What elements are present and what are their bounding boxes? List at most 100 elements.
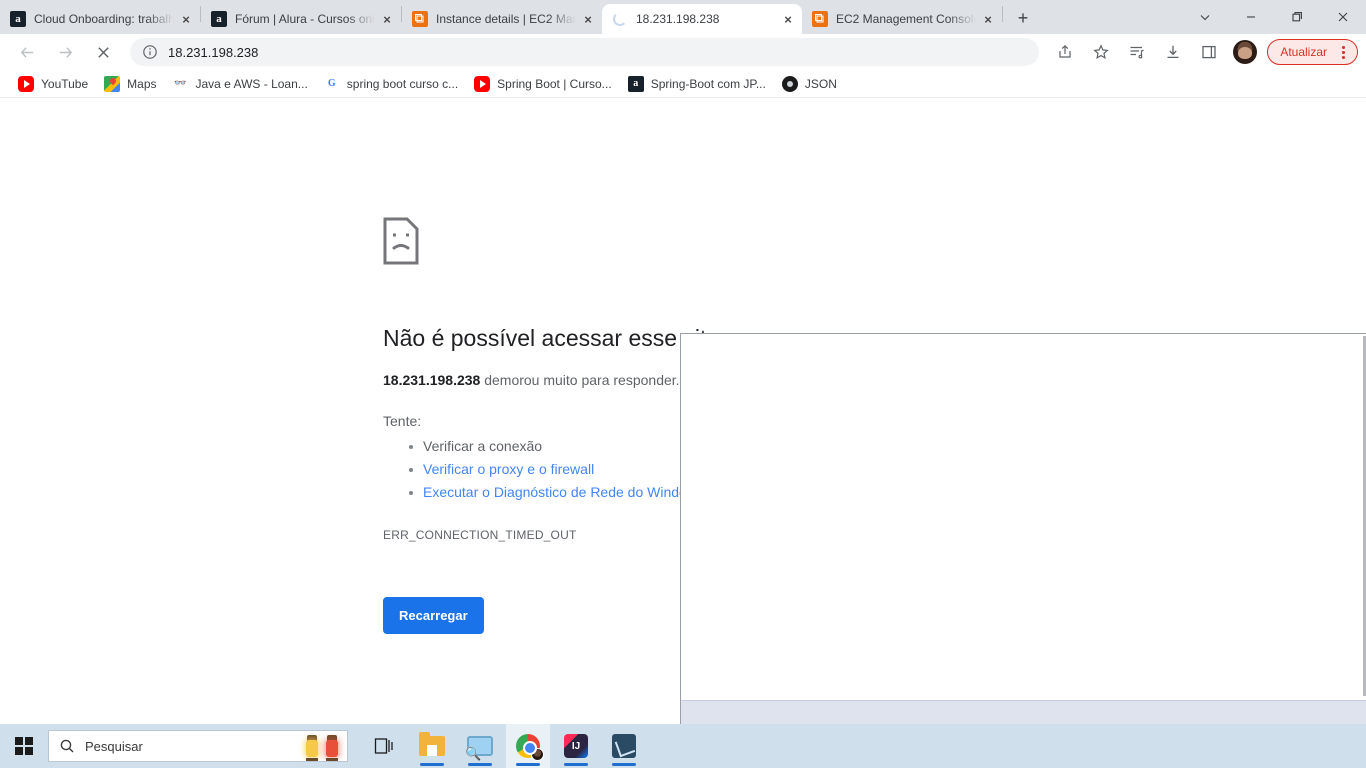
bookmark-spring-boot-curso[interactable]: G spring boot curso c...	[316, 73, 466, 95]
taskbar-search-input[interactable]: Pesquisar	[48, 730, 348, 762]
bookmark-youtube[interactable]: YouTube	[10, 73, 96, 95]
side-panel-icon[interactable]	[1195, 38, 1223, 66]
tab-cloud-onboarding[interactable]: a Cloud Onboarding: trabalhan ×	[0, 4, 200, 34]
windows-logo-icon	[15, 737, 33, 755]
tab-close-icon[interactable]: ×	[178, 11, 194, 27]
lantern-decoration-icon	[303, 733, 341, 761]
forward-button-icon[interactable]	[50, 37, 80, 67]
reading-list-icon[interactable]	[1123, 38, 1151, 66]
tab-title: EC2 Management Console	[836, 12, 976, 26]
tab-title: 18.231.198.238	[636, 12, 720, 26]
bookmark-label: Spring-Boot com JP...	[650, 76, 766, 91]
bookmark-star-icon[interactable]	[1087, 38, 1115, 66]
intellij-idea-button[interactable]: IJ	[554, 724, 598, 768]
glasses-icon: 👓	[174, 78, 187, 89]
loading-spinner-icon	[612, 11, 628, 27]
chrome-menu-icon[interactable]	[1335, 45, 1351, 59]
tab-search-chevron-down-icon[interactable]	[1182, 0, 1228, 34]
reload-button[interactable]: Recarregar	[383, 597, 484, 635]
alura-icon: a	[627, 75, 644, 92]
running-indicator	[420, 763, 444, 766]
tab-title: Cloud Onboarding: trabalhan	[34, 12, 174, 26]
tab-close-icon[interactable]: ×	[379, 11, 395, 27]
window-controls	[1182, 0, 1366, 34]
tab-close-icon[interactable]: ×	[980, 11, 996, 27]
tabs-container: a Cloud Onboarding: trabalhan × a Fórum …	[0, 0, 1037, 34]
running-indicator	[564, 763, 588, 766]
running-indicator	[468, 763, 492, 766]
start-button[interactable]	[0, 724, 48, 768]
snipping-tool-icon	[465, 736, 493, 762]
back-button-icon[interactable]	[12, 37, 42, 67]
address-bar[interactable]: 18.231.198.238	[130, 38, 1040, 66]
task-view-button[interactable]	[362, 724, 406, 768]
suggestion-link[interactable]: Executar o Diagnóstico de Rede do Window…	[423, 484, 704, 500]
tab-title: Fórum | Alura - Cursos online	[235, 12, 375, 26]
running-indicator	[612, 763, 636, 766]
alura-icon: a	[211, 11, 227, 27]
bookmark-label: spring boot curso c...	[346, 76, 459, 91]
minimize-icon[interactable]	[1228, 0, 1274, 34]
youtube-icon	[18, 75, 34, 92]
tab-18-231-198-238[interactable]: 18.231.198.238 ×	[602, 4, 802, 34]
update-button-label: Atualizar	[1280, 45, 1327, 59]
google-icon: G	[327, 78, 336, 89]
avatar[interactable]	[1233, 40, 1258, 64]
snipping-tool-button[interactable]	[458, 724, 502, 768]
close-icon[interactable]	[1320, 0, 1366, 34]
json-icon	[781, 75, 798, 92]
alura-icon: a	[10, 11, 26, 27]
suggestion-text: Verificar a conexão	[423, 438, 543, 454]
editor-button[interactable]	[602, 724, 646, 768]
address-bar-url: 18.231.198.238	[168, 44, 259, 60]
youtube-icon	[474, 75, 491, 92]
bookmark-spring-boot-curso-yt[interactable]: Spring Boot | Curso...	[466, 73, 620, 95]
ec2-icon	[812, 11, 828, 27]
suggestion-link[interactable]: Verificar o proxy e o firewall	[423, 461, 594, 477]
error-host: 18.231.198.238	[383, 372, 481, 388]
editor-icon	[612, 734, 636, 758]
file-explorer-button[interactable]	[410, 724, 454, 768]
running-indicator	[516, 763, 540, 766]
bookmark-label: JSON	[804, 76, 837, 91]
update-chrome-button[interactable]: Atualizar	[1267, 39, 1358, 65]
bookmark-label: Java e AWS - Loan...	[195, 76, 308, 91]
chrome-button[interactable]	[506, 724, 550, 768]
task-view-icon	[374, 737, 394, 755]
bookmark-spring-boot-jpa[interactable]: a Spring-Boot com JP...	[620, 73, 774, 95]
maximize-icon[interactable]	[1274, 0, 1320, 34]
browser-window: a Cloud Onboarding: trabalhan × a Fórum …	[0, 0, 1366, 768]
toolbar-actions: Atualizar	[1047, 38, 1358, 66]
bookmarks-bar: YouTube Maps 👓 Java e AWS - Loan... G sp…	[0, 70, 1366, 98]
error-subtitle-rest: demorou muito para responder.	[480, 372, 680, 388]
bookmark-json[interactable]: JSON	[774, 73, 845, 95]
bookmark-java-e-aws[interactable]: 👓 Java e AWS - Loan...	[165, 73, 316, 95]
taskbar-apps: IJ	[362, 724, 646, 768]
tab-ec2-management-console[interactable]: EC2 Management Console ×	[802, 4, 1002, 34]
maps-icon	[104, 75, 121, 92]
tab-close-icon[interactable]: ×	[780, 11, 796, 27]
file-explorer-icon	[419, 732, 445, 756]
intellij-idea-icon: IJ	[564, 734, 588, 758]
search-placeholder: Pesquisar	[85, 738, 143, 754]
ec2-icon	[412, 11, 428, 27]
tab-close-icon[interactable]: ×	[580, 11, 596, 27]
tab-separator	[1002, 5, 1003, 22]
search-icon	[59, 738, 75, 754]
overlay-window[interactable]: POR 19:57	[680, 333, 1366, 768]
windows-taskbar: Pesquisar 🔍 IJ	[0, 724, 1366, 768]
download-icon[interactable]	[1159, 38, 1187, 66]
stop-loading-icon[interactable]	[88, 37, 118, 67]
info-icon[interactable]	[142, 44, 158, 60]
bookmark-label: YouTube	[41, 76, 89, 91]
chrome-icon	[516, 734, 544, 761]
bookmark-label: Maps	[127, 76, 157, 91]
new-tab-button[interactable]: +	[1009, 4, 1037, 32]
sad-page-icon	[383, 217, 419, 265]
share-icon[interactable]	[1051, 38, 1079, 66]
tab-strip: a Cloud Onboarding: trabalhan × a Fórum …	[0, 0, 1366, 34]
tab-instance-details[interactable]: Instance details | EC2 Manage ×	[402, 4, 602, 34]
tab-forum-alura[interactable]: a Fórum | Alura - Cursos online ×	[201, 4, 401, 34]
bookmark-maps[interactable]: Maps	[96, 73, 164, 95]
tab-title: Instance details | EC2 Manage	[436, 12, 576, 26]
